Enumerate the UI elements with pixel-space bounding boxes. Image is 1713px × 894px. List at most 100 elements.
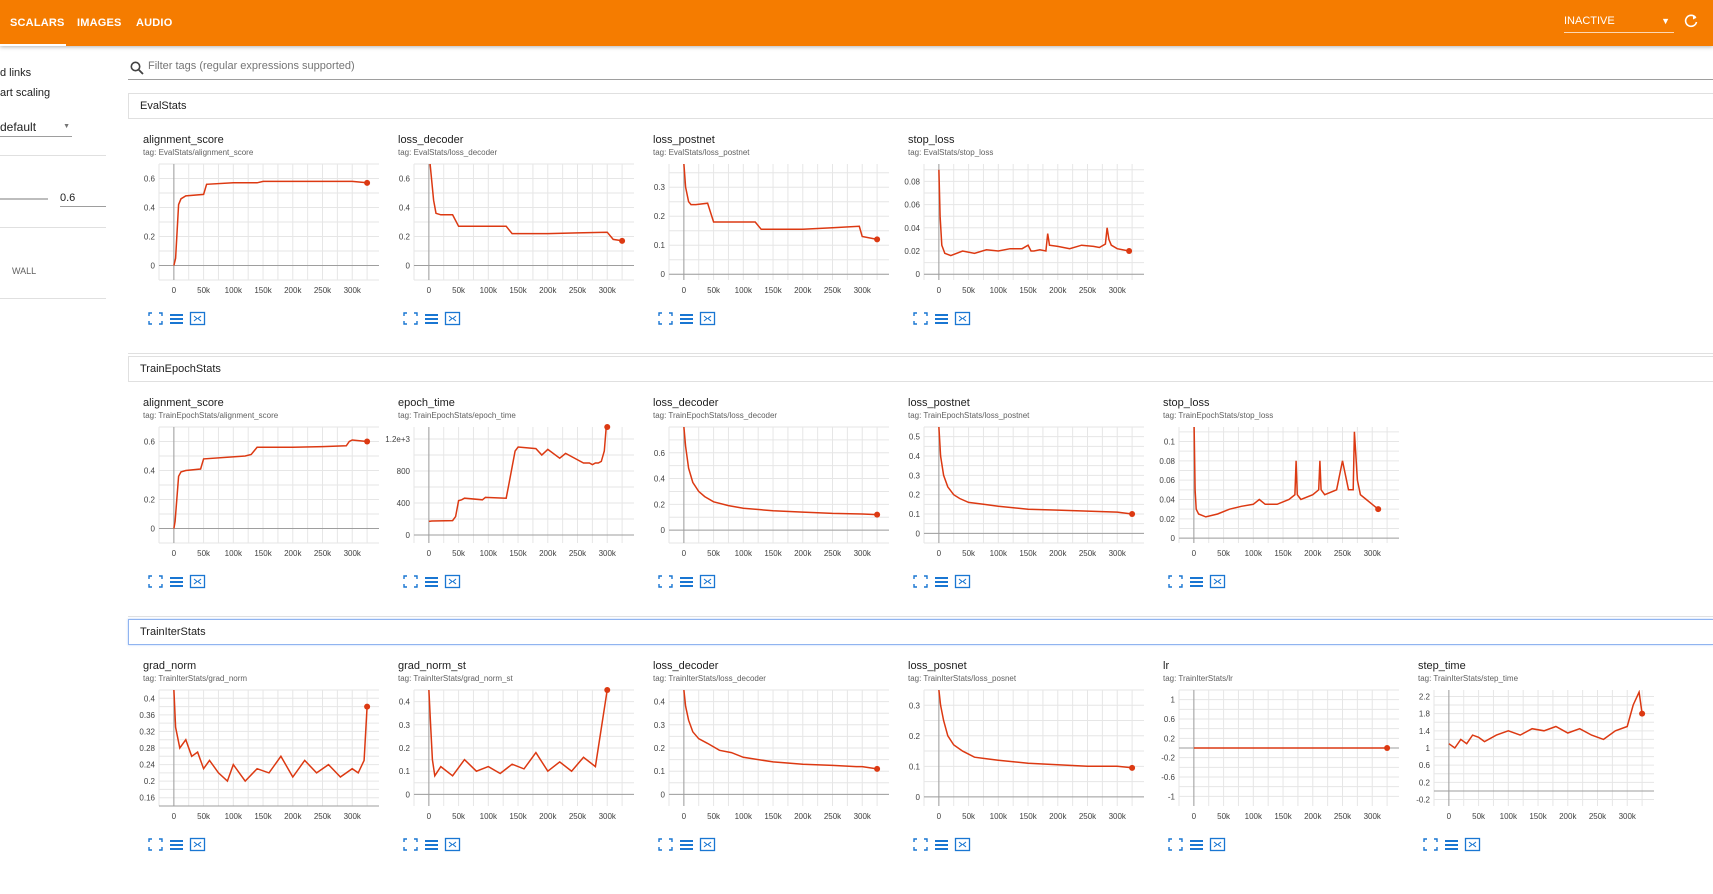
reload-icon[interactable]	[1683, 13, 1699, 29]
expand-icon[interactable]	[147, 574, 164, 589]
expand-icon[interactable]	[1422, 837, 1439, 852]
log-scale-icon[interactable]	[1188, 574, 1205, 589]
fit-domain-icon[interactable]	[1209, 837, 1226, 852]
x-tick-label: 300k	[1619, 812, 1637, 821]
tab-images[interactable]: IMAGES	[77, 0, 122, 46]
chart-plot[interactable]: 0.4 0.3 0.2 0.1 0 0 50k 100k 150k 200k 250k 300k	[637, 686, 893, 836]
fit-domain-icon[interactable]	[699, 311, 716, 326]
x-tick-label: 200k	[1559, 812, 1577, 821]
x-tick-label: 50k	[707, 286, 721, 295]
chart-plot[interactable]: 0.6 0.4 0.2 0 0 50k 100k 150k 200k 250k 300k	[127, 160, 383, 310]
chart-plot[interactable]: 0.3 0.2 0.1 0 0 50k 100k 150k 200k 250k 300k	[892, 686, 1148, 836]
fit-domain-icon[interactable]	[954, 837, 971, 852]
chart-plot[interactable]: 0.3 0.2 0.1 0 0 50k 100k 150k 200k 250k 300k	[637, 160, 893, 310]
chart-plot[interactable]: 0.4 0.36 0.32 0.28 0.24 0.2 0.16 0 50k 100k 150k 20…	[127, 686, 383, 836]
log-scale-icon[interactable]	[1443, 837, 1460, 852]
log-scale-icon[interactable]	[933, 311, 950, 326]
y-tick-label: 0.1	[399, 767, 411, 776]
chart-card: lr tag: TrainIterStats/lr 1 0.6 0.2 -0.2 -0.6 -…	[1147, 654, 1403, 894]
log-scale-icon[interactable]	[168, 574, 185, 589]
expand-icon[interactable]	[657, 837, 674, 852]
expand-icon[interactable]	[147, 837, 164, 852]
smoothing-slider[interactable]	[0, 198, 48, 200]
group-header-evalstats[interactable]: EvalStats	[128, 93, 1713, 119]
log-scale-icon[interactable]	[423, 837, 440, 852]
chart-plot[interactable]: 1 0.6 0.2 -0.2 -0.6 -1 0 50k 100k 150k 200k 250k 300…	[1147, 686, 1403, 836]
fit-domain-icon[interactable]	[954, 311, 971, 326]
expand-icon[interactable]	[402, 574, 419, 589]
sidebar-option-scaling[interactable]: art scaling	[0, 87, 50, 99]
sidebar: d links art scaling default ▼ 0.6 WALL	[0, 46, 106, 883]
chart-tag: tag: TrainEpochStats/loss_postnet	[908, 411, 1030, 420]
expand-icon[interactable]	[147, 311, 164, 326]
expand-icon[interactable]	[912, 837, 929, 852]
chart-plot[interactable]: 0.4 0.3 0.2 0.1 0 0 50k 100k 150k 200k 250k 300k	[382, 686, 638, 836]
x-tick-label: 150k	[1019, 549, 1037, 558]
chart-plot[interactable]: 0.5 0.4 0.3 0.2 0.1 0 0 50k 100k 150k 200k 250k 300k	[892, 423, 1148, 573]
y-tick-label: 0.4	[399, 698, 411, 707]
fit-domain-icon[interactable]	[954, 574, 971, 589]
chart-title: loss_postnet	[653, 134, 715, 146]
x-tick-label: 50k	[1217, 812, 1231, 821]
sidebar-option-links[interactable]: d links	[0, 67, 31, 79]
log-scale-icon[interactable]	[1188, 837, 1205, 852]
run-status-dropdown[interactable]: INACTIVE ▼	[1564, 12, 1674, 33]
log-scale-icon[interactable]	[933, 574, 950, 589]
chart-plot[interactable]: 1.2e+3 800 400 0 0 50k 100k 150k 200k 250k 300k	[382, 423, 638, 573]
log-scale-icon[interactable]	[423, 311, 440, 326]
chart-plot[interactable]: 0.6 0.4 0.2 0 0 50k 100k 150k 200k 250k 300k	[127, 423, 383, 573]
chart-plot[interactable]: 0.6 0.4 0.2 0 0 50k 100k 150k 200k 250k 300k	[382, 160, 638, 310]
log-scale-icon[interactable]	[168, 311, 185, 326]
fit-domain-icon[interactable]	[189, 574, 206, 589]
x-tick-label: 150k	[1019, 286, 1037, 295]
x-tick-label: 250k	[1334, 549, 1352, 558]
tab-audio[interactable]: AUDIO	[136, 0, 172, 46]
chart-plot[interactable]: 2.2 1.8 1.4 1 0.6 0.2 -0.2 0 50k 100k 150k 200k 250k…	[1402, 686, 1658, 836]
chart-title: loss_decoder	[398, 134, 464, 146]
fit-domain-icon[interactable]	[189, 311, 206, 326]
y-tick-label: 0.1	[909, 762, 921, 771]
log-scale-icon[interactable]	[423, 574, 440, 589]
chart-tag: tag: TrainIterStats/loss_decoder	[653, 674, 766, 683]
y-tick-label: 0.3	[909, 701, 921, 710]
fit-domain-icon[interactable]	[699, 837, 716, 852]
y-tick-label: 0	[406, 262, 411, 271]
expand-icon[interactable]	[1167, 574, 1184, 589]
log-scale-icon[interactable]	[933, 837, 950, 852]
chart-plot[interactable]: 0.6 0.4 0.2 0 0 50k 100k 150k 200k 250k 300k	[637, 423, 893, 573]
tooltip-sorting-dropdown[interactable]: default ▼	[0, 120, 72, 137]
last-point-marker	[364, 179, 371, 186]
x-tick-label: 300k	[854, 812, 872, 821]
expand-icon[interactable]	[402, 837, 419, 852]
series-line	[429, 164, 623, 242]
y-tick-label: 0.36	[139, 711, 155, 720]
horizontal-axis-wall-option[interactable]: WALL	[12, 266, 36, 276]
tag-filter-input[interactable]	[146, 59, 1550, 73]
expand-icon[interactable]	[657, 311, 674, 326]
log-scale-icon[interactable]	[678, 837, 695, 852]
expand-icon[interactable]	[912, 311, 929, 326]
fit-domain-icon[interactable]	[444, 311, 461, 326]
x-tick-label: 250k	[569, 812, 587, 821]
chart-plot[interactable]: 0.08 0.06 0.04 0.02 0 0 50k 100k 150k 200k 250k 300…	[892, 160, 1148, 310]
smoothing-input[interactable]: 0.6	[60, 192, 106, 207]
chart-plot[interactable]: 0.1 0.08 0.06 0.04 0.02 0 0 50k 100k 150k 200k 250k…	[1147, 423, 1403, 573]
x-tick-label: 50k	[452, 549, 466, 558]
log-scale-icon[interactable]	[678, 311, 695, 326]
fit-domain-icon[interactable]	[699, 574, 716, 589]
fit-domain-icon[interactable]	[189, 837, 206, 852]
search-icon	[130, 61, 144, 75]
expand-icon[interactable]	[912, 574, 929, 589]
fit-domain-icon[interactable]	[444, 574, 461, 589]
x-tick-label: 0	[172, 549, 177, 558]
y-tick-label: 0.2	[1164, 734, 1176, 743]
tab-scalars[interactable]: SCALARS	[0, 0, 66, 46]
fit-domain-icon[interactable]	[1209, 574, 1226, 589]
fit-domain-icon[interactable]	[444, 837, 461, 852]
log-scale-icon[interactable]	[678, 574, 695, 589]
expand-icon[interactable]	[402, 311, 419, 326]
expand-icon[interactable]	[657, 574, 674, 589]
expand-icon[interactable]	[1167, 837, 1184, 852]
log-scale-icon[interactable]	[168, 837, 185, 852]
fit-domain-icon[interactable]	[1464, 837, 1481, 852]
